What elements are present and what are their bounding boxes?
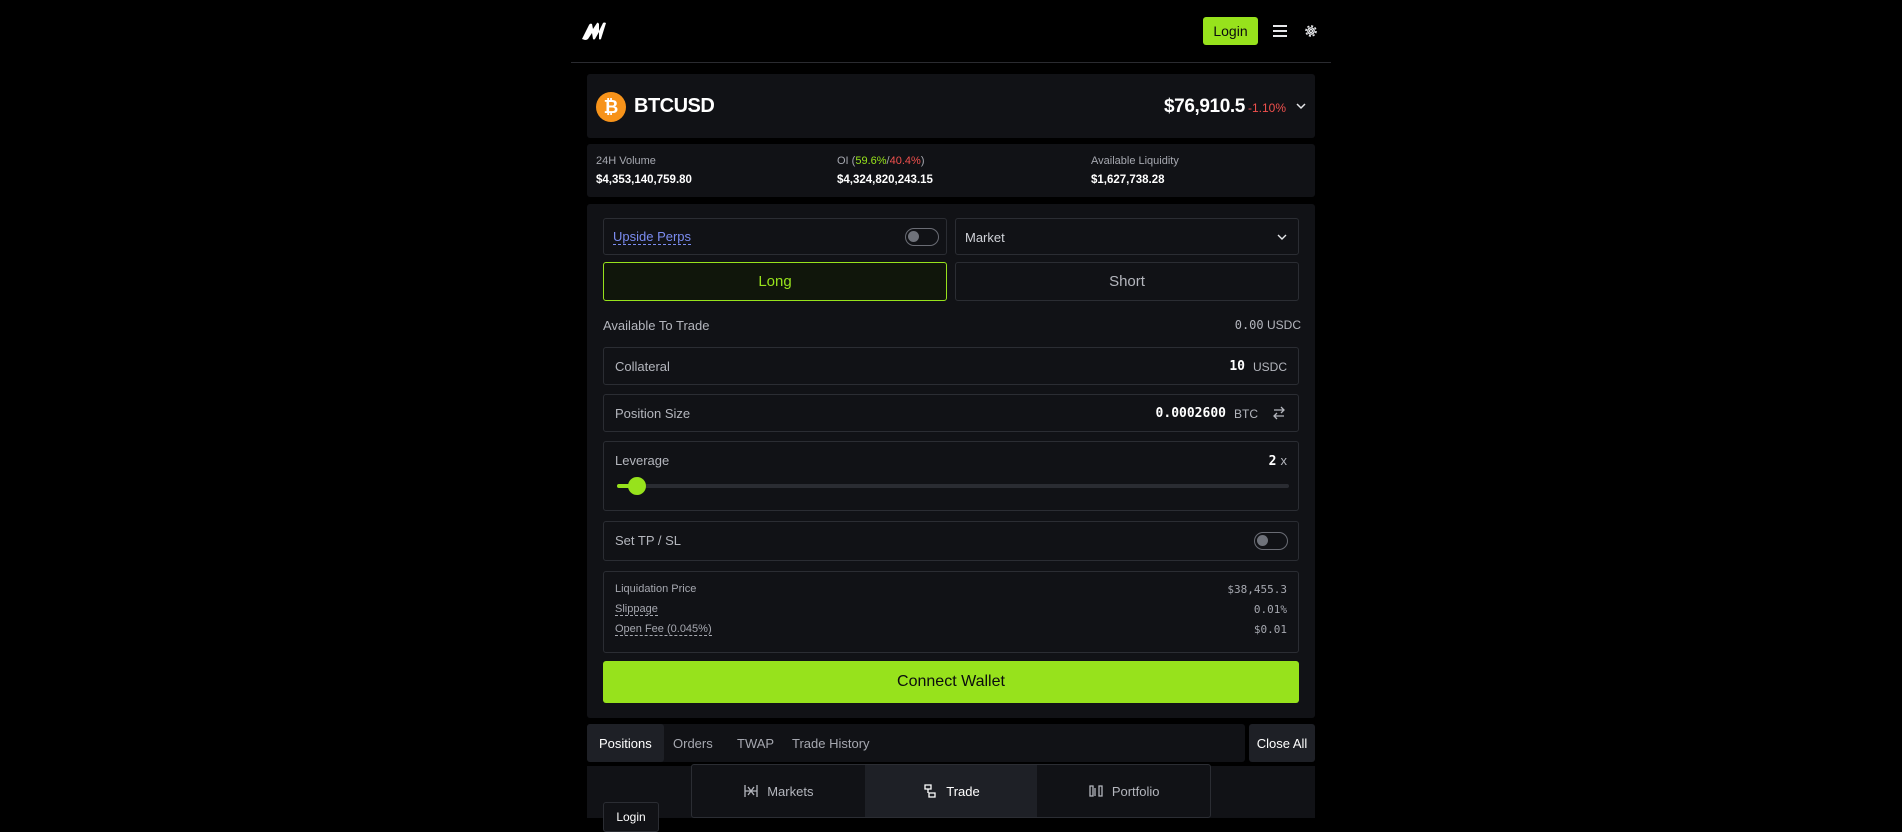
slippage-row: Slippage 0.01% (615, 603, 1287, 616)
stat-volume-label: 24H Volume (596, 155, 656, 167)
stat-volume-value: $4,353,140,759.80 (596, 174, 692, 186)
tpsl-label: Set TP / SL (615, 533, 682, 548)
markets-icon (744, 785, 758, 797)
chevron-down-icon (1277, 234, 1287, 240)
stat-liquidity: Available Liquidity $1,627,738.28 (1091, 155, 1179, 186)
order-type-value: Market (965, 230, 1005, 245)
price-change: -1.10% (1248, 101, 1287, 115)
stat-volume: 24H Volume $4,353,140,759.80 (596, 155, 692, 186)
order-type-select[interactable]: Market (955, 218, 1299, 255)
tpsl-field: Set TP / SL (603, 521, 1299, 561)
leverage-slider-thumb[interactable] (628, 477, 647, 495)
tab-twap[interactable]: TWAP (725, 724, 786, 762)
leverage-label: Leverage (615, 453, 670, 468)
position-size-amount: 0.0002600 BTC (1156, 406, 1258, 421)
login-button[interactable]: Login (1203, 17, 1258, 45)
chevron-down-icon[interactable] (1294, 99, 1308, 113)
upside-perps-field: Upside Perps (603, 218, 947, 255)
collateral-input[interactable]: 10 (1229, 359, 1245, 374)
connect-wallet-button[interactable]: Connect Wallet (603, 661, 1299, 703)
leverage-slider[interactable] (617, 477, 1289, 495)
tab-orders[interactable]: Orders (661, 724, 725, 762)
oi-suffix: ) (920, 155, 925, 167)
upside-perps-toggle[interactable] (905, 228, 939, 246)
nav-markets[interactable]: Markets (692, 765, 865, 817)
collateral-field[interactable]: Collateral 10 USDC (603, 347, 1299, 385)
close-all-button[interactable]: Close All (1249, 724, 1315, 762)
available-value: 0.00 (1234, 318, 1264, 332)
leverage-value[interactable]: 2 (1269, 454, 1277, 469)
order-summary: Liquidation Price $38,455.3 Slippage 0.0… (603, 571, 1299, 653)
slippage-label[interactable]: Slippage (615, 603, 658, 616)
stat-oi-value: $4,324,820,243.15 (837, 174, 933, 186)
nav-portfolio[interactable]: Portfolio (1037, 765, 1210, 817)
bottom-nav: Markets Trade Portfolio (691, 764, 1211, 818)
oi-short-pct: 40.4% (889, 155, 921, 167)
short-button[interactable]: Short (955, 262, 1299, 301)
open-fee-value: $0.01 (1253, 623, 1287, 636)
app-root: Login ₿ BTCUSD $76,910.5 -1.10% 24H Volu… (571, 0, 1331, 832)
leverage-unit: x (1280, 453, 1288, 468)
leverage-readout: 2x (1269, 453, 1287, 469)
market-stats: 24H Volume $4,353,140,759.80 OI (59.6%/4… (587, 144, 1315, 197)
market-price: $76,910.5 (1164, 96, 1245, 117)
position-size-field[interactable]: Position Size 0.0002600 BTC (603, 394, 1299, 432)
tpsl-toggle[interactable] (1254, 532, 1288, 550)
collateral-unit: USDC (1252, 359, 1287, 374)
collateral-amount: 10 USDC (1229, 359, 1287, 374)
swap-icon[interactable] (1271, 405, 1287, 421)
bitcoin-icon: ₿ (596, 92, 626, 122)
trade-icon (924, 784, 936, 798)
positions-login-button[interactable]: Login (603, 802, 659, 832)
nav-portfolio-label: Portfolio (1111, 783, 1160, 799)
long-button[interactable]: Long (603, 262, 947, 301)
stat-liquidity-value: $1,627,738.28 (1091, 174, 1165, 186)
stat-oi-label: OI (59.6%/40.4%) (837, 155, 933, 167)
stat-oi: OI (59.6%/40.4%) $4,324,820,243.15 (837, 155, 933, 186)
available-amount: 0.00 USDC (1235, 318, 1301, 332)
market-selector[interactable]: ₿ BTCUSD $76,910.5 -1.10% (587, 74, 1315, 138)
trade-form: Upside Perps Market Long Short Available… (587, 204, 1315, 718)
market-symbol: BTCUSD (634, 95, 715, 117)
top-bar: Login (571, 0, 1331, 63)
tab-positions[interactable]: Positions (587, 724, 664, 762)
available-unit: USDC (1266, 318, 1301, 332)
toggle-knob (1257, 535, 1268, 546)
open-fee-label[interactable]: Open Fee (0.045%) (615, 623, 712, 636)
liquidation-price-value: $38,455.3 (1227, 583, 1287, 596)
liquidation-price-row: Liquidation Price $38,455.3 (615, 583, 1287, 596)
portfolio-icon (1089, 785, 1103, 797)
nav-trade-label: Trade (946, 783, 980, 799)
position-size-label: Position Size (615, 406, 691, 421)
toggle-knob (908, 231, 919, 242)
position-size-input[interactable]: 0.0002600 (1156, 406, 1226, 421)
tab-trade-history[interactable]: Trade History (780, 724, 882, 762)
slippage-value: 0.01% (1253, 603, 1287, 616)
logo-icon[interactable] (581, 21, 609, 41)
liquidation-price-label: Liquidation Price (615, 583, 697, 595)
nav-markets-label: Markets (767, 783, 814, 799)
menu-icon[interactable] (1269, 20, 1291, 42)
positions-tabs: Positions Orders TWAP Trade History (587, 724, 1245, 762)
gear-icon[interactable] (1300, 20, 1322, 42)
available-label: Available To Trade (603, 318, 710, 333)
position-size-unit: BTC (1234, 406, 1258, 421)
oi-long-pct: 59.6% (855, 155, 887, 167)
leverage-field: Leverage 2x (603, 441, 1299, 511)
nav-trade[interactable]: Trade (864, 765, 1038, 817)
stat-liquidity-label: Available Liquidity (1091, 155, 1179, 167)
open-fee-row: Open Fee (0.045%) $0.01 (615, 623, 1287, 636)
upside-perps-label[interactable]: Upside Perps (613, 230, 692, 245)
collateral-label: Collateral (615, 359, 670, 374)
oi-prefix: OI ( (837, 155, 856, 167)
